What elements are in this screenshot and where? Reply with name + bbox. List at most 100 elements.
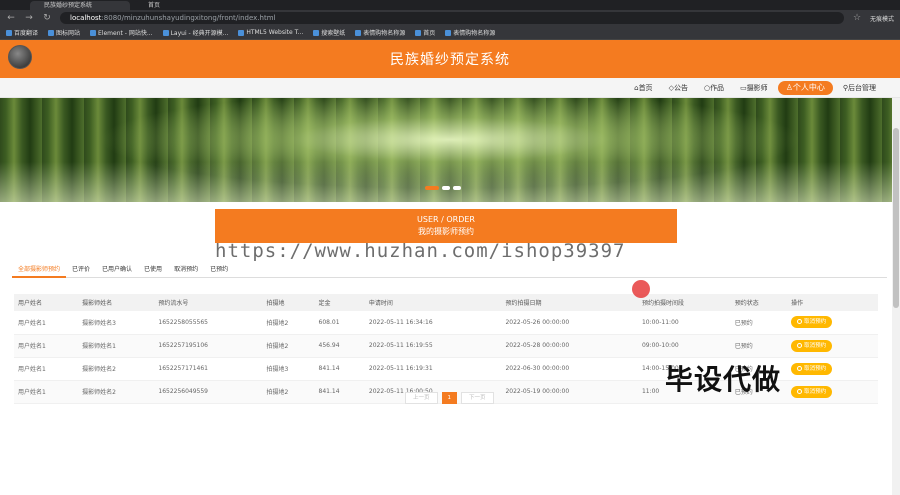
- bookmark-item[interactable]: 表情购物名称源: [445, 28, 495, 37]
- tab-all[interactable]: 全部摄影师预约: [12, 264, 67, 278]
- cancel-circle-icon: [797, 342, 803, 348]
- nav-user-center[interactable]: ♙个人中心: [777, 80, 833, 95]
- nav-notice[interactable]: ◇公告: [663, 81, 694, 95]
- cell-photographer: 摄影师姓名1: [78, 334, 155, 358]
- tab-user-confirmed[interactable]: 已用户确认: [96, 264, 138, 278]
- cursor-highlight: [632, 280, 650, 298]
- bookmark-icon: [415, 29, 422, 36]
- cell-location: 拍摄地2: [262, 380, 315, 404]
- cell-status: 已预约: [730, 334, 788, 358]
- browser-tab[interactable]: 首页: [134, 1, 234, 10]
- site-header: 民族婚纱预定系统: [0, 40, 900, 78]
- cell-shoot-date: 2022-05-19 00:00:00: [501, 380, 638, 404]
- cell-photographer: 摄影师姓名2: [78, 357, 155, 381]
- back-icon[interactable]: ←: [6, 13, 16, 23]
- bookmark-item[interactable]: 搜索壁纸: [313, 28, 345, 37]
- pagination: 上一页 1 下一页: [405, 392, 494, 404]
- profile-badge[interactable]: 无痕模式: [870, 14, 894, 23]
- bookmark-icon: [238, 29, 245, 36]
- cancel-circle-icon: [797, 365, 803, 371]
- bookmark-item[interactable]: Element - 网站快...: [90, 28, 153, 37]
- bookmark-icon: [90, 29, 97, 36]
- tab-used[interactable]: 已使用: [138, 264, 168, 278]
- browser-tab-strip: 民族婚纱预定系统 首页: [0, 0, 900, 10]
- overlay-caption: 毕设代做: [665, 363, 782, 396]
- cell-user-name: 用户姓名1: [14, 380, 79, 404]
- forward-icon[interactable]: →: [24, 13, 34, 23]
- carousel-dot[interactable]: [442, 186, 450, 190]
- cell-shoot-date: 2022-05-28 00:00:00: [501, 334, 638, 358]
- col-deposit: 定金: [314, 294, 365, 311]
- nav-photographer[interactable]: ▭摄影师: [734, 81, 774, 95]
- col-shoot-slot: 预约拍摄时间段: [637, 294, 731, 311]
- cell-apply-time: 2022-05-11 16:34:16: [364, 311, 502, 335]
- bookmark-item[interactable]: HTML5 Website T...: [238, 29, 303, 36]
- bookmark-item[interactable]: 首页: [415, 28, 435, 37]
- col-shoot-date: 预约拍摄日期: [501, 294, 638, 311]
- bookmark-item[interactable]: 表情购物名称源: [355, 28, 405, 37]
- cell-photographer: 摄影师姓名3: [78, 311, 155, 335]
- carousel-dot[interactable]: [453, 186, 461, 190]
- carousel-dot-active[interactable]: [425, 186, 439, 190]
- cell-action: 取消预约: [787, 311, 878, 335]
- cell-user-name: 用户姓名1: [14, 311, 79, 335]
- order-heading-en: USER / ORDER: [417, 215, 475, 224]
- cell-shoot-date: 2022-05-26 00:00:00: [501, 311, 638, 335]
- cell-serial: 1652256049559: [154, 380, 263, 404]
- page-viewport: 民族婚纱预定系统 ⌂首页 ◇公告 ○作品 ▭摄影师 ♙个人中心 ⚲后台管理 US…: [0, 40, 900, 495]
- tab-cancelled[interactable]: 取消预约: [168, 264, 204, 278]
- cancel-reservation-button[interactable]: 取消预约: [791, 362, 833, 375]
- bookmark-star-icon[interactable]: ☆: [852, 13, 862, 23]
- cell-deposit: 456.94: [314, 334, 365, 358]
- cell-location: 拍摄地2: [262, 311, 315, 335]
- cancel-circle-icon: [797, 319, 803, 325]
- url-path: :8080/minzuhunshayudingxitong/front/inde…: [101, 14, 276, 22]
- cancel-reservation-button[interactable]: 取消预约: [791, 316, 833, 329]
- cell-deposit: 608.01: [314, 311, 365, 335]
- col-serial-no: 预约流水号: [154, 294, 263, 311]
- browser-tab-active[interactable]: 民族婚纱预定系统: [30, 1, 130, 10]
- bookmarks-bar: 百度翻译 图标网站 Element - 网站快... Layui - 经典开源模…: [0, 26, 900, 40]
- col-action: 操作: [787, 294, 878, 311]
- nav-home[interactable]: ⌂首页: [628, 81, 658, 95]
- cell-deposit: 841.14: [314, 357, 365, 381]
- scrollbar-thumb[interactable]: [893, 128, 899, 308]
- bookmark-item[interactable]: 百度翻译: [6, 28, 38, 37]
- prev-page-button[interactable]: 上一页: [405, 392, 438, 404]
- nav-works[interactable]: ○作品: [698, 81, 730, 95]
- next-page-button[interactable]: 下一页: [461, 392, 494, 404]
- tab-reserved[interactable]: 已预约: [204, 264, 234, 278]
- cell-user-name: 用户姓名1: [14, 334, 79, 358]
- site-logo: [8, 45, 32, 69]
- reload-icon[interactable]: ↻: [42, 13, 52, 23]
- bookmark-icon: [313, 29, 320, 36]
- bookmark-icon: [48, 29, 55, 36]
- address-bar-row: ← → ↻ localhost:8080/minzuhunshayudingxi…: [0, 10, 900, 26]
- cancel-circle-icon: [797, 388, 803, 394]
- cell-location: 拍摄地3: [262, 357, 315, 381]
- bookmark-item[interactable]: 图标网站: [48, 28, 80, 37]
- page-number-current[interactable]: 1: [441, 392, 458, 404]
- cell-photographer: 摄影师姓名2: [78, 380, 155, 404]
- col-status: 预约状态: [730, 294, 788, 311]
- col-user-name: 用户姓名: [14, 294, 79, 311]
- col-apply-time: 申请时间: [364, 294, 502, 311]
- nav-admin[interactable]: ⚲后台管理: [837, 81, 882, 95]
- cell-shoot-slot: 10:00-11:00: [637, 311, 731, 335]
- page-scrollbar[interactable]: [892, 98, 900, 495]
- bookmark-item[interactable]: Layui - 经典开源模...: [162, 28, 228, 37]
- bookmark-icon: [445, 29, 452, 36]
- tab-reviewed[interactable]: 已评价: [66, 264, 96, 278]
- table-row: 用户姓名1 摄影师姓名3 1652258055565 拍摄地2 608.01 2…: [14, 311, 878, 335]
- site-title: 民族婚纱预定系统: [390, 52, 510, 68]
- cell-user-name: 用户姓名1: [14, 357, 79, 381]
- order-filter-tabs: 全部摄影师预约 已评价 已用户确认 已使用 取消预约 已预约: [12, 264, 887, 278]
- bookmark-icon: [6, 29, 12, 36]
- cell-serial: 1652258055565: [154, 311, 263, 335]
- cancel-reservation-button[interactable]: 取消预约: [791, 385, 833, 398]
- cell-shoot-date: 2022-06-30 00:00:00: [501, 357, 638, 381]
- cancel-reservation-button[interactable]: 取消预约: [791, 339, 833, 352]
- url-input[interactable]: localhost:8080/minzuhunshayudingxitong/f…: [60, 12, 844, 24]
- banner-carousel: [0, 98, 900, 202]
- order-section-heading: USER / ORDER 我的摄影师预约: [215, 209, 677, 243]
